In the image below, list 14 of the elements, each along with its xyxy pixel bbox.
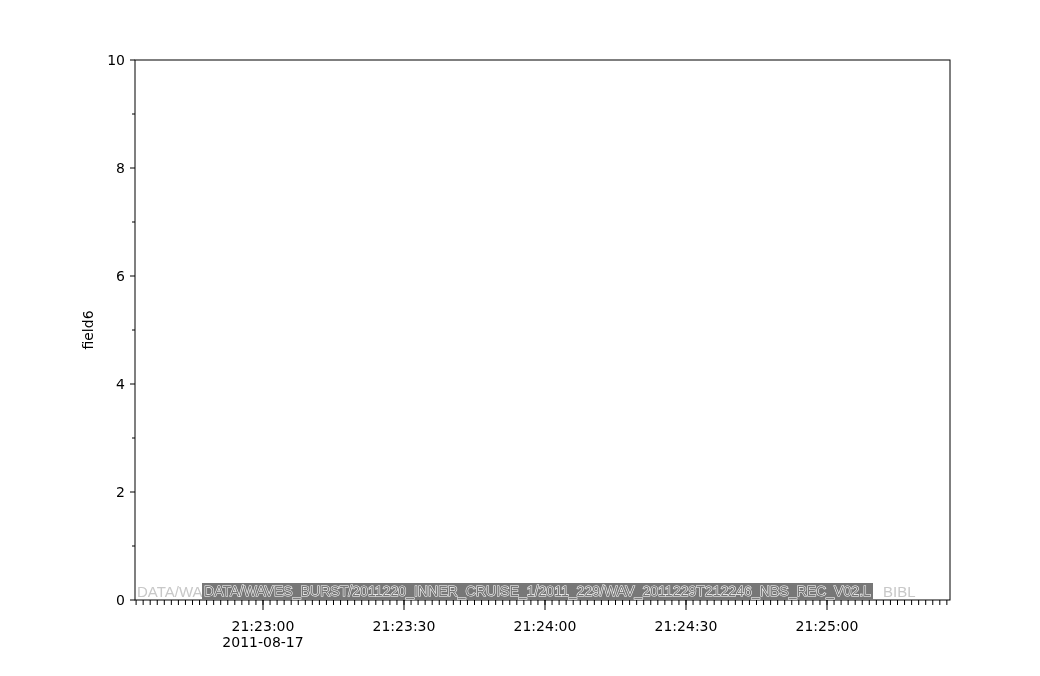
file-label: DATA/WAVES_BURST/2011220_INNER_CRUISE_1/2011_229/WAV_2011229T212246_NBS_REC_V02.L [202, 583, 873, 600]
y-tick-label: 2 [116, 484, 125, 500]
y-tick-label: 4 [116, 376, 125, 392]
y-axis-label: field6 [80, 310, 96, 350]
y-tick-label: 10 [107, 52, 125, 68]
date-label: 2011-08-17 [222, 634, 304, 650]
x-tick-label: 21:25:00 [795, 618, 859, 634]
y-tick-label: 0 [116, 592, 125, 608]
x-tick-label: 21:24:30 [654, 618, 718, 634]
y-tick-label: 6 [116, 268, 125, 284]
x-tick-label: 21:24:00 [513, 618, 577, 634]
x-tick-label: 21:23:00 [231, 618, 295, 634]
y-tick-label: 8 [116, 160, 125, 176]
x-tick-label: 21:23:30 [372, 618, 436, 634]
